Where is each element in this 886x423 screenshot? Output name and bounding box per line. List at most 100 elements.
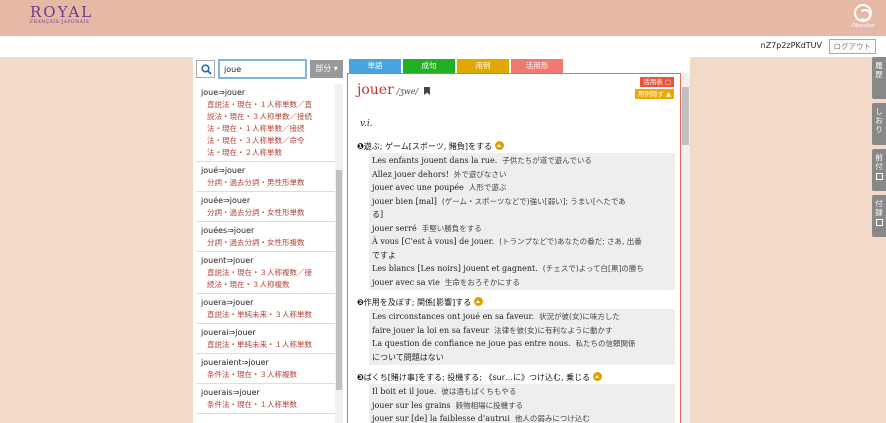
side-tab-label: 前付 xyxy=(875,153,883,171)
result-line: 条件法・現在・１人称単数 xyxy=(207,400,297,409)
sense-number: ❷ xyxy=(357,298,364,307)
example-fr: jouer avec une poupée xyxy=(372,183,464,192)
example-ja: (トランプなどで)あなたの番だ; さあ, 出番 xyxy=(499,237,642,246)
list-item[interactable]: joué⇒jouer 分詞・過去分詞・男性形単数 xyxy=(196,162,335,192)
conjugation-table-button[interactable]: 活用表 ▢ xyxy=(640,77,674,87)
side-tab-history[interactable]: 履歴 xyxy=(872,57,886,99)
result-line: 分詞・過去分詞・男性形単数 xyxy=(207,178,305,187)
side-tab-label: 付録 xyxy=(875,199,883,217)
list-scroll-thumb[interactable] xyxy=(336,170,342,390)
pronunciation: /ʒwe/ xyxy=(396,87,419,96)
result-line: 法・現在・２人称単数 xyxy=(207,148,282,157)
logo-sub: FRANÇAIS-JAPONAIS xyxy=(30,20,90,25)
list-item[interactable]: jouent⇒jouer 直説法・現在・３人称複数／接 続法・現在・３人称複数 xyxy=(196,252,335,294)
external-link-icon xyxy=(875,219,883,226)
result-line: 条件法・現在・３人称複数 xyxy=(207,370,297,379)
collapse-icon[interactable] xyxy=(593,372,603,381)
user-bar: nZ7p2zPKdTUV ログアウト xyxy=(0,36,886,57)
tab-idioms[interactable]: 成句 xyxy=(403,59,455,73)
result-list[interactable]: joue⇒jouer 直説法・現在・１人称単数／直 説法・現在・３人称単数／接続… xyxy=(196,84,335,423)
example-fr: jouer avec sa vie xyxy=(372,277,440,287)
search-input[interactable] xyxy=(218,59,307,79)
search-mode-select[interactable]: 部分 ▾ xyxy=(310,60,343,78)
example: Allez jouer dehors! 外で遊びなさい xyxy=(372,168,672,182)
collapse-icon[interactable] xyxy=(494,141,504,150)
example-fr: ですよ xyxy=(372,250,396,260)
hide-examples-button[interactable]: 用例隠す ▲ xyxy=(634,89,674,99)
example-fr: jouer sur les grains xyxy=(372,400,451,410)
result-line: 法・現在・３人称単数／命令 xyxy=(207,136,305,145)
sense-number: ❶ xyxy=(357,142,364,151)
example: Il boit et il joue. 彼は酒もばくちもやる xyxy=(372,385,672,399)
example-fr: jouer bien [mal] xyxy=(372,196,437,206)
side-tab-appendix[interactable]: 付録 xyxy=(872,195,886,237)
sense-text: 遊ぶ; ゲーム[スポーツ, 賭負]をする xyxy=(363,142,492,151)
example-ja: 他人の弱みにつけ込む xyxy=(514,414,590,423)
result-head: jouerais⇒jouer xyxy=(201,388,260,397)
result-line: 直説法・単純未来・３人称単数 xyxy=(207,310,312,319)
entry-scrollbar[interactable] xyxy=(681,73,690,423)
headword: jouer xyxy=(357,82,394,98)
list-item[interactable]: joueraient⇒jouer 条件法・現在・３人称複数 xyxy=(196,354,335,384)
result-head: joue⇒jouer xyxy=(201,88,246,97)
sense-text: 作用を及ぼす; 関係[影響]する xyxy=(363,298,472,307)
external-link-icon xyxy=(875,173,883,180)
obunsha-logo[interactable]: Obunsha xyxy=(850,4,876,29)
side-tab-label: しおり xyxy=(875,107,883,134)
example-fr: Les enfants jouent dans la rue. xyxy=(372,156,498,165)
list-item[interactable]: jouerai⇒jouer 直説法・単純未来・１人称単数 xyxy=(196,324,335,354)
example-fr: jouer serré xyxy=(372,223,417,233)
search-button[interactable] xyxy=(196,60,215,78)
example: La question de confiance ne joue pas ent… xyxy=(372,337,672,351)
example-fr: À vous [C'est à vous] de jouer. xyxy=(372,237,495,246)
example-fr: La question de confiance ne joue pas ent… xyxy=(372,339,571,348)
example-ja: (チェスで)よって白[黒]の勝ち xyxy=(542,264,644,273)
collapse-icon[interactable] xyxy=(474,297,484,306)
list-item[interactable]: jouerais⇒jouer 条件法・現在・１人称単数 xyxy=(196,384,335,414)
example: À vous [C'est à vous] de jouer. (トランプなどで)… xyxy=(372,235,672,249)
tab-examples[interactable]: 用例 xyxy=(457,59,509,73)
sense-title: ❶遊ぶ; ゲーム[スポーツ, 賭負]をする xyxy=(357,140,675,153)
sense-text: ばくち[賭け事]をする; 投機する; 《sur…に》つけ込む, 乗じる xyxy=(363,373,591,382)
example-block: Il boit et il joue. 彼は酒もばくちもやる jouer sur … xyxy=(369,384,675,423)
side-tab-front-matter[interactable]: 前付 xyxy=(872,149,886,191)
example-ja: 法律を彼(女)に有利なように動かす xyxy=(494,325,613,335)
result-line: 分詞・過去分詞・女性形単数 xyxy=(207,208,305,217)
entry-scroll-thumb[interactable] xyxy=(682,87,689,145)
example-ja: 外で遊びなさい xyxy=(453,169,507,179)
result-head: jouera⇒jouer xyxy=(201,298,254,307)
entry-panel: jouer /ʒwe/ 活用表 ▢ 用例隠す ▲ v.i. ❶遊ぶ; ゲーム[ス… xyxy=(347,73,681,423)
tab-words[interactable]: 単語 xyxy=(349,59,401,73)
tab-conjugations[interactable]: 活用形 xyxy=(511,59,563,73)
example-fr: Allez jouer dehors! xyxy=(372,169,449,179)
example-ja: 穀物相場に投機する xyxy=(455,400,524,410)
search-bar: 部分 ▾ xyxy=(193,57,343,82)
list-item[interactable]: joue⇒jouer 直説法・現在・１人称単数／直 説法・現在・３人称単数／接続… xyxy=(196,84,335,162)
example: jouer bien [mal] (ゲーム・スポーツなどで)強い[弱い]; うまい… xyxy=(372,195,672,209)
list-item[interactable]: jouera⇒jouer 直説法・単純未来・３人称単数 xyxy=(196,294,335,324)
entry-header: jouer /ʒwe/ xyxy=(357,82,431,98)
result-head: jouées⇒jouer xyxy=(201,226,255,235)
example: Les blancs [Les noirs] jouent et gagnent… xyxy=(372,262,672,276)
example-fr: について問題はない xyxy=(372,352,444,362)
logout-button[interactable]: ログアウト xyxy=(828,39,876,54)
list-item[interactable]: jouée⇒jouer 分詞・過去分詞・女性形単数 xyxy=(196,192,335,222)
obunsha-icon xyxy=(854,4,872,22)
user-id: nZ7p2zPKdTUV xyxy=(760,41,822,50)
royal-logo[interactable]: ROYAL FRANÇAIS-JAPONAIS xyxy=(30,3,93,25)
side-tab-bookmarks[interactable]: しおり xyxy=(872,103,886,145)
example-fr: る] xyxy=(372,210,384,219)
bookmark-icon[interactable] xyxy=(424,87,431,95)
logo-main: ROYAL xyxy=(30,3,94,21)
part-of-speech: v.i. xyxy=(360,119,373,129)
example-ja: 状況が彼(女)に味方した xyxy=(539,312,620,321)
example-fr: Il boit et il joue. xyxy=(372,387,437,396)
dictionary-app: 部分 ▾ joue⇒jouer 直説法・現在・１人称単数／直 説法・現在・３人称… xyxy=(193,57,690,423)
sense-title: ❸ばくち[賭け事]をする; 投機する; 《sur…に》つけ込む, 乗じる xyxy=(357,371,675,384)
list-item[interactable]: jouées⇒jouer 分詞・過去分詞・女性形複数 xyxy=(196,222,335,252)
top-bar: ROYAL FRANÇAIS-JAPONAIS Obunsha xyxy=(0,0,886,36)
brand-name: Obunsha xyxy=(851,23,875,29)
list-scrollbar[interactable] xyxy=(335,84,343,423)
example-ja: 彼は酒もばくちもやる xyxy=(441,387,517,396)
example-ja: 生命をおろそかにする xyxy=(444,277,520,287)
